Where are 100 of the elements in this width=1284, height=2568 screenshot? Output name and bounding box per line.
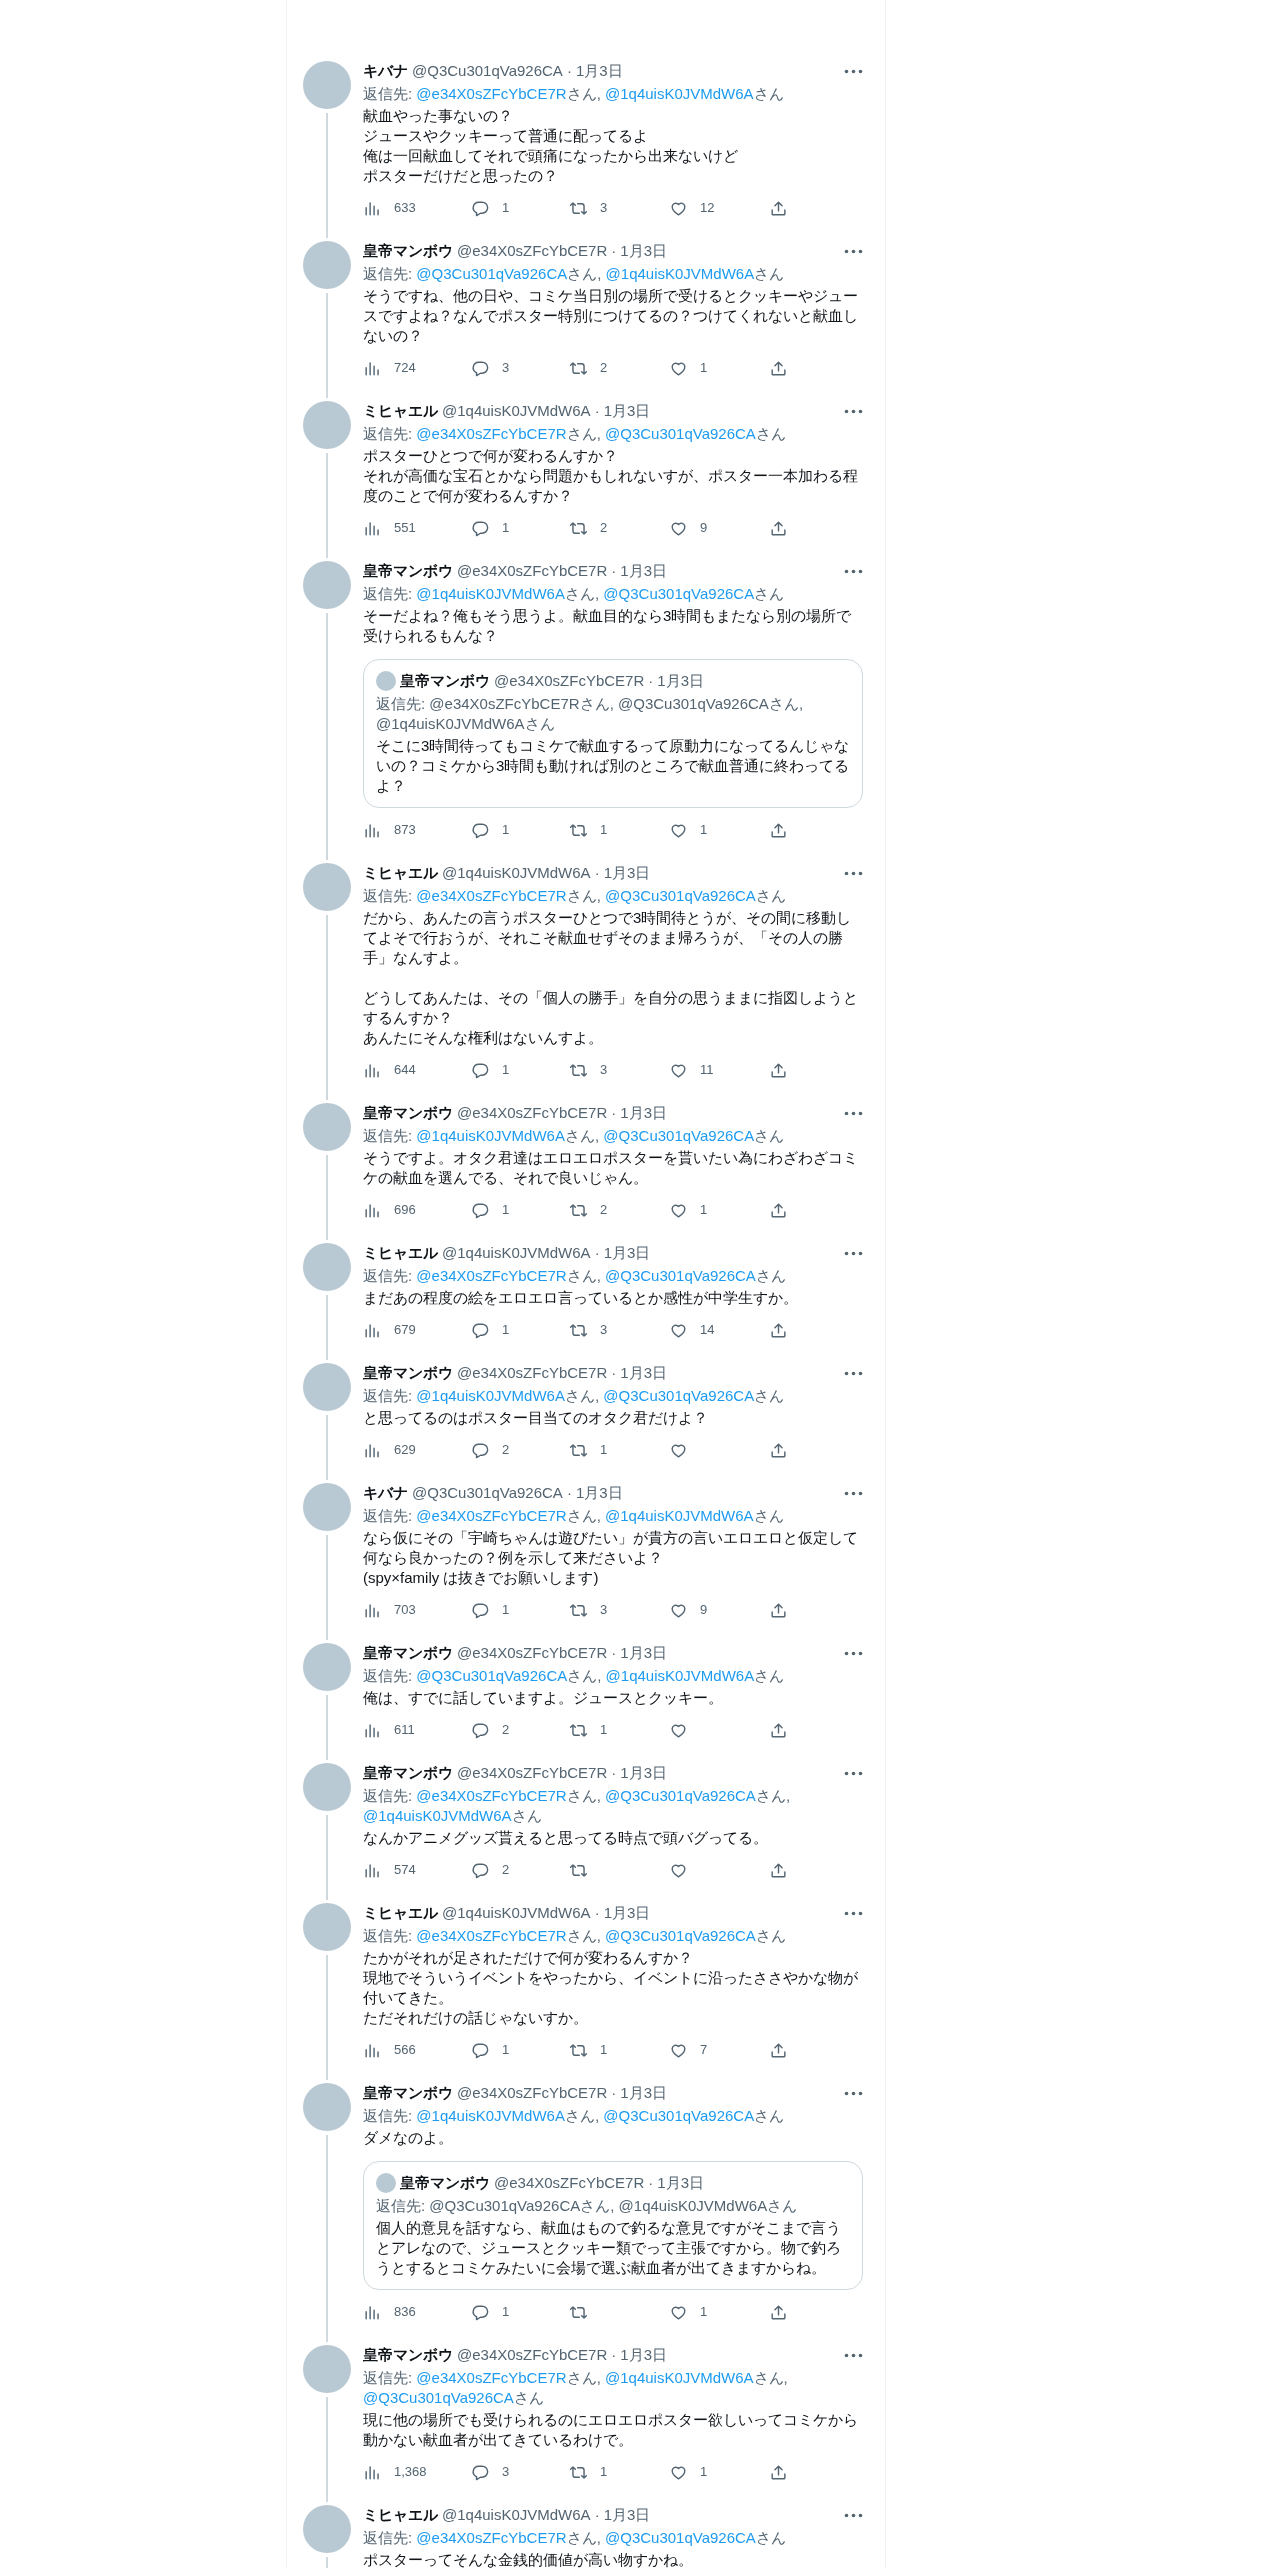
post-date[interactable]: 1月3日 <box>657 671 704 691</box>
retweet-button[interactable]: 1 <box>569 2462 669 2482</box>
display-name[interactable]: ミヒャエル <box>363 1903 438 1923</box>
more-button[interactable] <box>844 248 863 254</box>
like-button[interactable]: 11 <box>669 1060 769 1080</box>
display-name[interactable]: ミヒャエル <box>363 2505 438 2525</box>
share-button[interactable] <box>769 1200 788 1220</box>
post-date[interactable]: 1月3日 <box>620 1363 667 1383</box>
user-handle[interactable]: @Q3Cu301qVa926CA <box>412 1483 563 1503</box>
mention-link[interactable]: @Q3Cu301qVa926CA <box>618 695 769 712</box>
user-handle[interactable]: @1q4uisK0JVMdW6A <box>442 1903 591 1923</box>
views-button[interactable]: 679 <box>363 1320 471 1340</box>
more-button[interactable] <box>844 2090 863 2096</box>
more-button[interactable] <box>844 568 863 574</box>
views-button[interactable]: 551 <box>363 518 471 538</box>
post-date[interactable]: 1月3日 <box>603 863 651 883</box>
user-handle[interactable]: @1q4uisK0JVMdW6A <box>442 1243 591 1263</box>
user-handle[interactable]: @e34X0sZFcYbCE7R <box>494 671 645 691</box>
more-button[interactable] <box>844 870 863 876</box>
retweet-button[interactable]: 2 <box>569 518 669 538</box>
quoted-post-card[interactable]: 皇帝マンボウ @e34X0sZFcYbCE7R · 1月3日 返信先: @Q3Cu301qVa926CAさん, @1q4uisK0JVMdW6Aさん 個人的意見を話すなら、献血はもので釣るな意見ですがそこまで言うとアレなので、ジュースとクッキー類でって主張ですから。物で釣ろうとするとコミケみたいに会場で選ぶ献血者が出てきますからね。 <box>363 2161 863 2290</box>
post-date[interactable]: 1月3日 <box>603 401 651 421</box>
views-button[interactable]: 836 <box>363 2302 471 2322</box>
share-button[interactable] <box>769 1860 788 1880</box>
like-button[interactable]: 9 <box>669 518 769 538</box>
views-button[interactable]: 566 <box>363 2040 471 2060</box>
mention-link[interactable]: @Q3Cu301qVa926CA <box>429 2197 581 2214</box>
retweet-button[interactable]: 2 <box>569 1200 669 1220</box>
views-button[interactable]: 633 <box>363 198 471 218</box>
like-button[interactable]: 1 <box>669 1200 769 1220</box>
more-button[interactable] <box>844 2352 863 2358</box>
post-date[interactable]: 1月3日 <box>620 1103 667 1123</box>
display-name[interactable]: ミヒャエル <box>363 401 438 421</box>
share-button[interactable] <box>769 1720 788 1740</box>
display-name[interactable]: ミヒャエル <box>363 1243 438 1263</box>
display-name[interactable]: 皇帝マンボウ <box>363 241 453 261</box>
retweet-button[interactable]: 1 <box>569 2040 669 2060</box>
reply-button[interactable]: 1 <box>471 1320 569 1340</box>
share-button[interactable] <box>769 1060 788 1080</box>
reply-button[interactable]: 1 <box>471 2040 569 2060</box>
post-date[interactable]: 1月3日 <box>620 2345 667 2365</box>
views-button[interactable]: 696 <box>363 1200 471 1220</box>
views-button[interactable]: 873 <box>363 820 471 840</box>
views-button[interactable]: 611 <box>363 1720 471 1740</box>
share-button[interactable] <box>769 198 788 218</box>
reply-button[interactable]: 2 <box>471 1720 569 1740</box>
user-handle[interactable]: @e34X0sZFcYbCE7R <box>457 1763 608 1783</box>
retweet-button[interactable]: 1 <box>569 1720 669 1740</box>
more-button[interactable] <box>844 1770 863 1776</box>
more-button[interactable] <box>844 1490 863 1496</box>
post-date[interactable]: 1月3日 <box>620 1643 667 1663</box>
user-handle[interactable]: @1q4uisK0JVMdW6A <box>442 2505 591 2525</box>
share-button[interactable] <box>769 358 788 378</box>
share-button[interactable] <box>769 1600 788 1620</box>
share-button[interactable] <box>769 2302 788 2322</box>
post-date[interactable]: 1月3日 <box>620 241 667 261</box>
more-button[interactable] <box>844 1250 863 1256</box>
post-date[interactable]: 1月3日 <box>657 2173 704 2193</box>
reply-button[interactable]: 1 <box>471 1600 569 1620</box>
retweet-button[interactable]: 3 <box>569 1320 669 1340</box>
share-button[interactable] <box>769 2462 788 2482</box>
retweet-button[interactable]: 2 <box>569 358 669 378</box>
display-name[interactable]: キバナ <box>363 1483 408 1503</box>
more-button[interactable] <box>844 2512 863 2518</box>
retweet-button[interactable]: 3 <box>569 1060 669 1080</box>
user-handle[interactable]: @1q4uisK0JVMdW6A <box>442 863 591 883</box>
user-handle[interactable]: @1q4uisK0JVMdW6A <box>442 401 591 421</box>
post-date[interactable]: 1月3日 <box>603 1903 651 1923</box>
post-date[interactable]: 1月3日 <box>620 1763 667 1783</box>
display-name[interactable]: 皇帝マンボウ <box>400 671 490 691</box>
like-button[interactable]: 9 <box>669 1600 769 1620</box>
views-button[interactable]: 724 <box>363 358 471 378</box>
post-date[interactable]: 1月3日 <box>575 61 623 81</box>
like-button[interactable]: 1 <box>669 820 769 840</box>
display-name[interactable]: 皇帝マンボウ <box>400 2173 490 2193</box>
like-button[interactable]: 14 <box>669 1320 769 1340</box>
user-handle[interactable]: @e34X0sZFcYbCE7R <box>457 561 608 581</box>
user-handle[interactable]: @e34X0sZFcYbCE7R <box>457 1643 608 1663</box>
like-button[interactable]: 1 <box>669 2302 769 2322</box>
more-button[interactable] <box>844 1370 863 1376</box>
more-button[interactable] <box>844 1910 863 1916</box>
share-button[interactable] <box>769 2040 788 2060</box>
reply-button[interactable]: 2 <box>471 1440 569 1460</box>
user-handle[interactable]: @e34X0sZFcYbCE7R <box>457 2083 608 2103</box>
views-button[interactable]: 1,368 <box>363 2462 471 2482</box>
reply-button[interactable]: 1 <box>471 1200 569 1220</box>
display-name[interactable]: 皇帝マンボウ <box>363 1103 453 1123</box>
user-handle[interactable]: @Q3Cu301qVa926CA <box>412 61 563 81</box>
share-button[interactable] <box>769 1320 788 1340</box>
user-handle[interactable]: @e34X0sZFcYbCE7R <box>457 2345 608 2365</box>
display-name[interactable]: 皇帝マンボウ <box>363 1363 453 1383</box>
more-button[interactable] <box>844 408 863 414</box>
share-button[interactable] <box>769 518 788 538</box>
like-button[interactable]: 12 <box>669 198 769 218</box>
display-name[interactable]: 皇帝マンボウ <box>363 561 453 581</box>
like-button[interactable]: 7 <box>669 2040 769 2060</box>
retweet-button[interactable]: 1 <box>569 1440 669 1460</box>
mention-link[interactable]: @1q4uisK0JVMdW6A <box>618 2197 768 2214</box>
post-date[interactable]: 1月3日 <box>620 2083 667 2103</box>
mention-link[interactable]: @1q4uisK0JVMdW6A <box>376 715 525 732</box>
